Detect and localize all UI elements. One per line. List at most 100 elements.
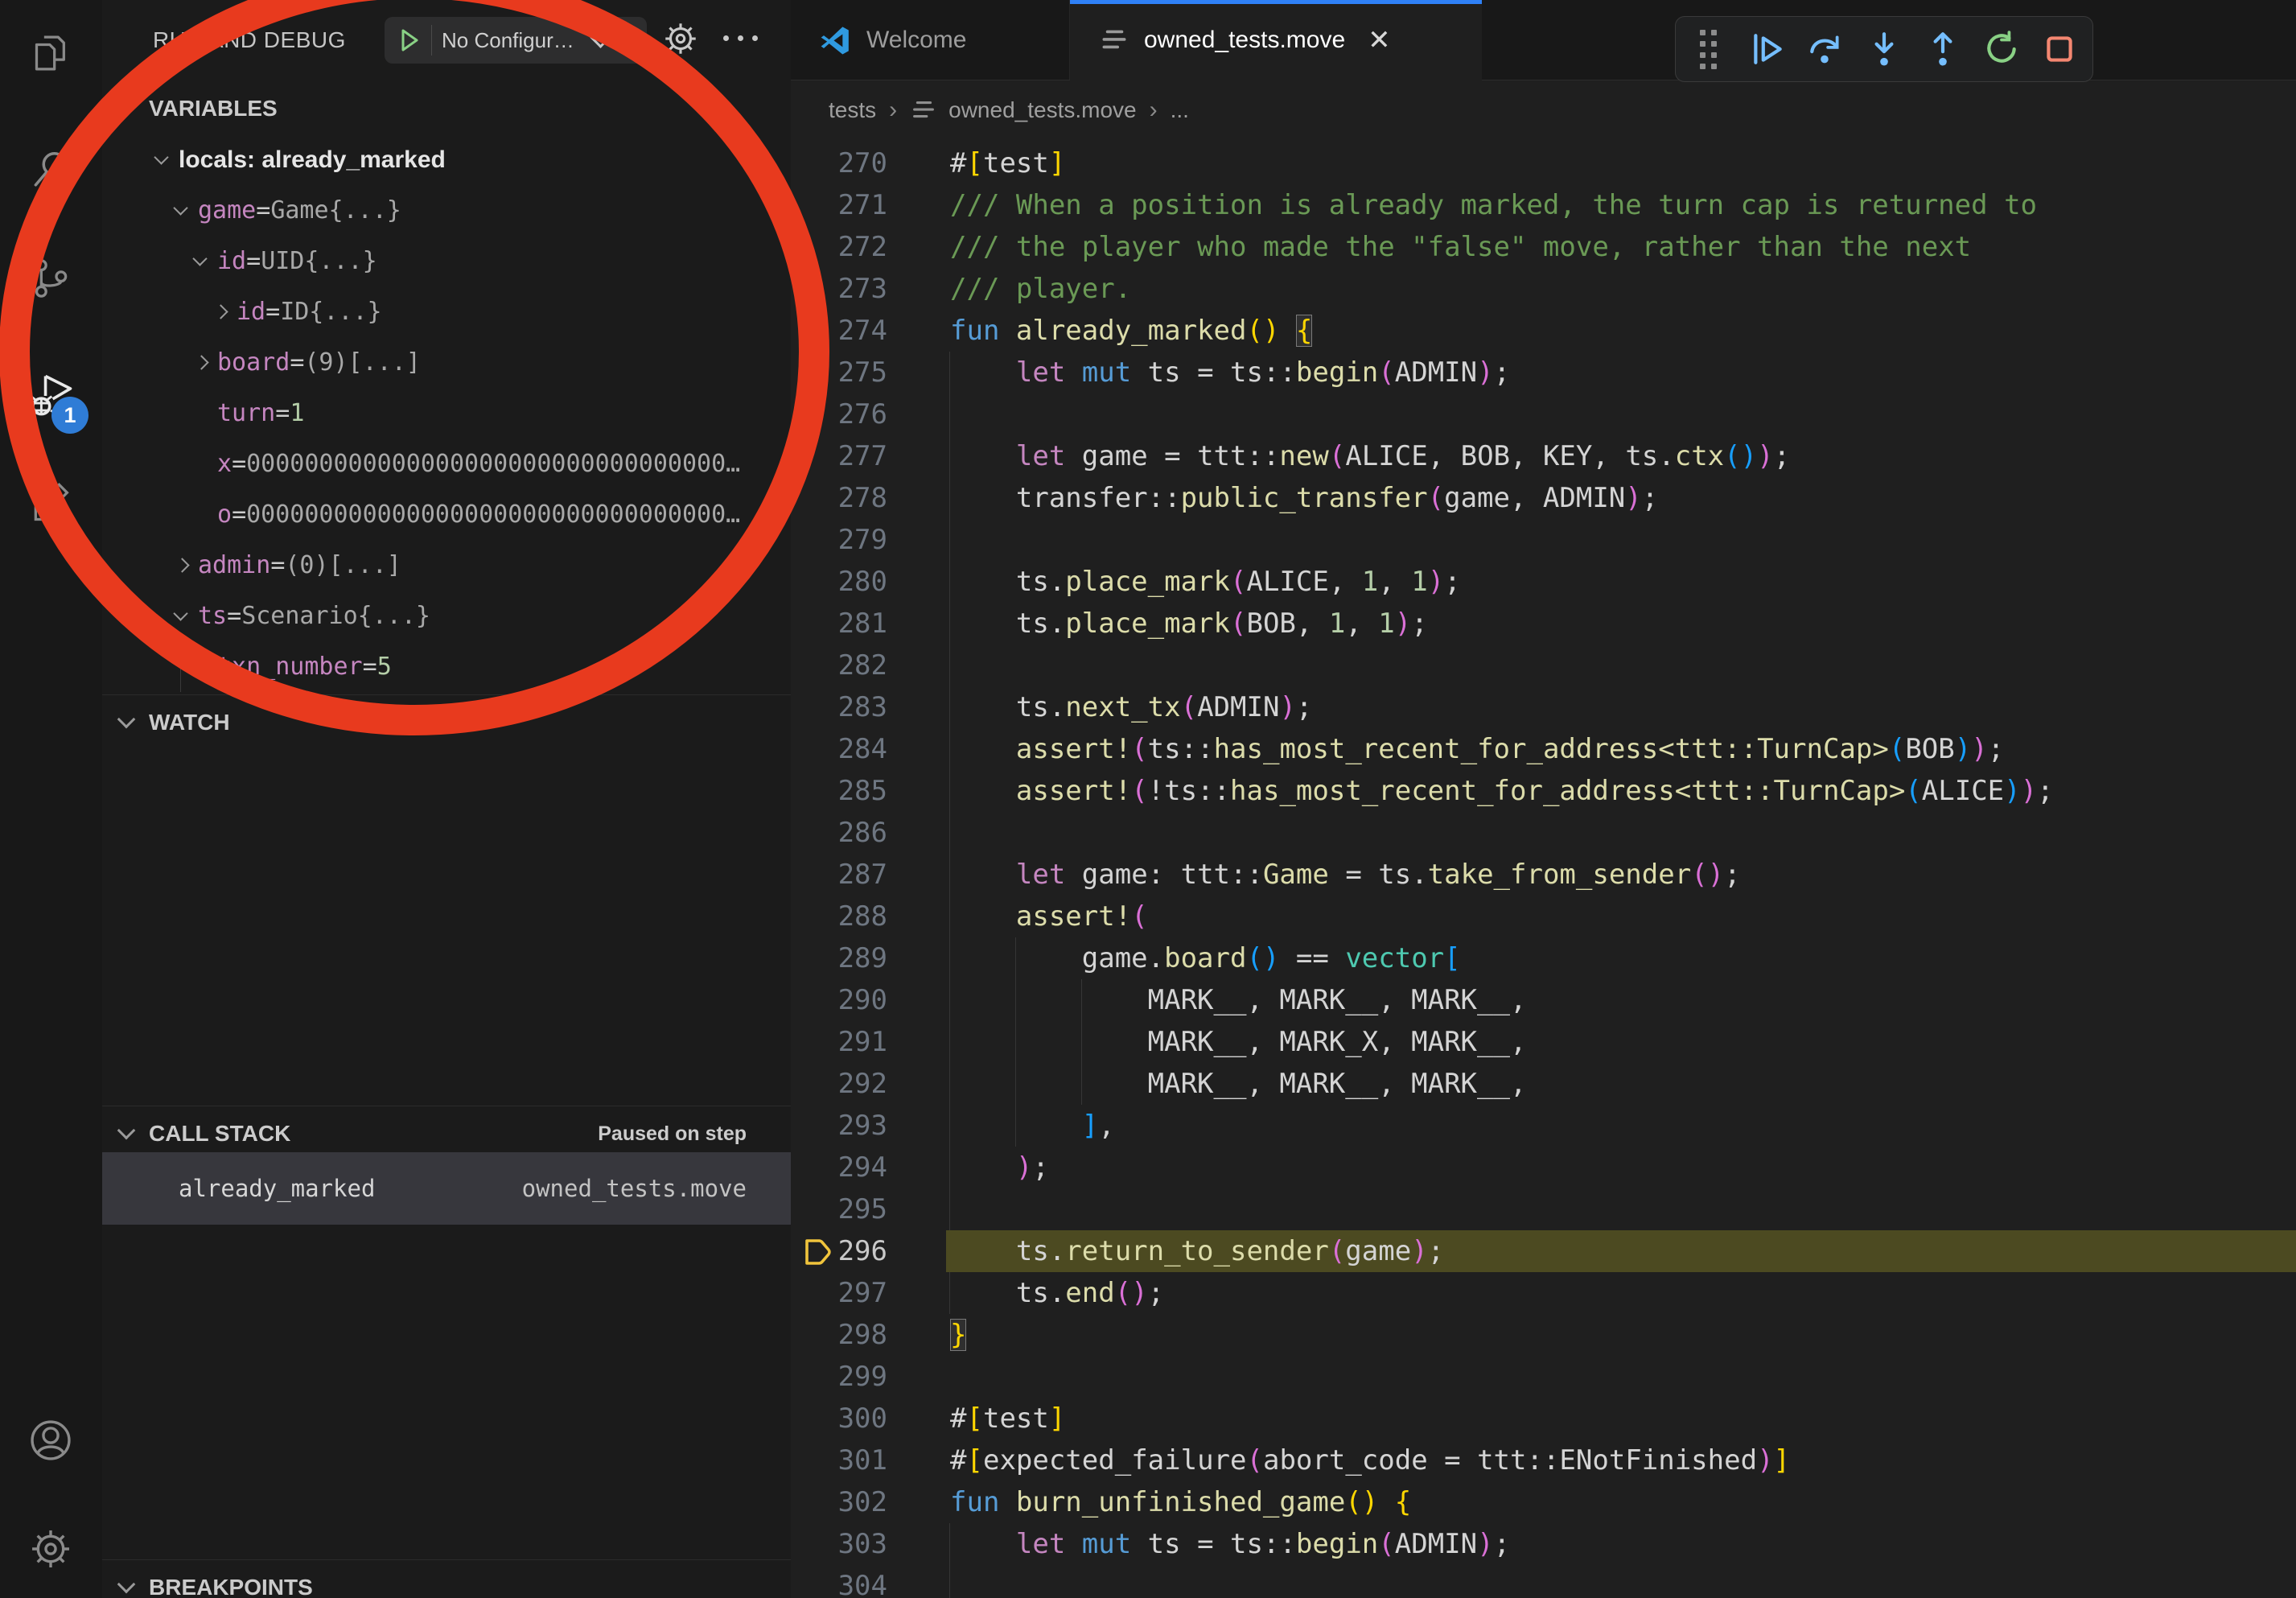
activity-run-debug-button[interactable]: 1: [0, 352, 101, 440]
restart-button[interactable]: [1976, 23, 2027, 75]
stop-button[interactable]: [2034, 23, 2085, 75]
twisty-open-icon[interactable]: [152, 134, 179, 185]
code-line[interactable]: 272/// the player who made the "false" m…: [791, 226, 2296, 268]
watch-section-header[interactable]: WATCH: [102, 700, 791, 745]
variable-row[interactable]: ts = Scenario{...}: [102, 591, 791, 641]
code-line[interactable]: 297 ts.end();: [791, 1272, 2296, 1314]
move-file-icon: [1099, 25, 1129, 56]
code-line[interactable]: 288 assert!(: [791, 896, 2296, 937]
section-divider: [102, 1559, 791, 1560]
launch-config-dropdown[interactable]: No Configur…: [385, 17, 647, 64]
variable-name: admin: [198, 551, 270, 579]
activity-explorer-button[interactable]: [0, 9, 101, 97]
debug-settings-gear-button[interactable]: [660, 19, 701, 59]
call-stack-section-header[interactable]: CALL STACK Paused on step: [102, 1111, 791, 1156]
code-line[interactable]: 277 let game = ttt::new(ALICE, BOB, KEY,…: [791, 435, 2296, 477]
step-over-button[interactable]: [1800, 23, 1851, 75]
code-line[interactable]: 295: [791, 1188, 2296, 1230]
code-line[interactable]: 298}: [791, 1314, 2296, 1356]
step-out-button[interactable]: [1917, 23, 1969, 75]
code-line[interactable]: 296 ts.return_to_sender(game);: [791, 1230, 2296, 1272]
account-button[interactable]: [0, 1396, 101, 1485]
variable-row[interactable]: o = 000000000000000000000000000000000…: [102, 489, 791, 540]
variable-row[interactable]: id = ID{...}: [102, 286, 791, 337]
activity-extensions-button[interactable]: [0, 461, 101, 550]
settings-button[interactable]: [0, 1505, 101, 1593]
start-debug-icon[interactable]: [394, 26, 423, 55]
code-line[interactable]: 276: [791, 393, 2296, 435]
call-stack-frame[interactable]: already_marked owned_tests.move: [102, 1152, 791, 1225]
code-line[interactable]: 294 );: [791, 1147, 2296, 1188]
tab-label: Welcome: [866, 27, 966, 54]
code-line[interactable]: 286: [791, 812, 2296, 854]
code-line[interactable]: 279: [791, 519, 2296, 561]
breakpoints-section-header[interactable]: BREAKPOINTS: [102, 1565, 791, 1598]
twisty-open-icon[interactable]: [191, 236, 217, 286]
activity-source-control-button[interactable]: [0, 234, 101, 323]
tab-owned-tests-move[interactable]: owned_tests.move ✕: [1070, 0, 1482, 80]
line-content: game.board() == vector[: [887, 937, 1461, 979]
code-line[interactable]: 271/// When a position is already marked…: [791, 184, 2296, 226]
code-line[interactable]: 274fun already_marked() {: [791, 310, 2296, 352]
step-into-button[interactable]: [1858, 23, 1910, 75]
code-line[interactable]: 300#[test]: [791, 1398, 2296, 1439]
line-content: [887, 1188, 950, 1230]
line-content: assert!(!ts::has_most_recent_for_address…: [887, 770, 2054, 812]
twisty-closed-icon[interactable]: [171, 540, 198, 591]
close-icon[interactable]: ✕: [1368, 27, 1391, 54]
code-line[interactable]: 275 let mut ts = ts::begin(ADMIN);: [791, 352, 2296, 393]
code-line[interactable]: 303 let mut ts = ts::begin(ADMIN);: [791, 1523, 2296, 1565]
breadcrumb-item-symbol[interactable]: ...: [1171, 97, 1189, 123]
twisty-closed-icon[interactable]: [191, 337, 217, 388]
variable-row[interactable]: locals: already_marked: [102, 134, 791, 185]
line-content: #[expected_failure(abort_code = ttt::ENo…: [887, 1439, 1790, 1481]
code-line[interactable]: 281 ts.place_mark(BOB, 1, 1);: [791, 603, 2296, 645]
code-line[interactable]: 289 game.board() == vector[: [791, 937, 2296, 979]
code-line[interactable]: 293 ],: [791, 1105, 2296, 1147]
variable-value: UID{...}: [261, 247, 377, 275]
step-out-icon: [1924, 31, 1961, 68]
activity-search-button[interactable]: [0, 125, 101, 213]
views-more-actions-button[interactable]: [723, 35, 758, 41]
equals-sign: =: [275, 399, 290, 427]
variables-section-header[interactable]: VARIABLES: [102, 86, 791, 131]
code-line[interactable]: 290 MARK__, MARK__, MARK__,: [791, 979, 2296, 1021]
code-line[interactable]: 299: [791, 1356, 2296, 1398]
code-line[interactable]: 270#[test]: [791, 142, 2296, 184]
variable-value: ID{...}: [280, 298, 381, 326]
code-line[interactable]: 302fun burn_unfinished_game() {: [791, 1481, 2296, 1523]
twisty-closed-icon[interactable]: [210, 286, 237, 337]
code-line[interactable]: 285 assert!(!ts::has_most_recent_for_add…: [791, 770, 2296, 812]
variable-row[interactable]: txn_number = 5: [102, 641, 791, 692]
variable-row[interactable]: board = (9)[...]: [102, 337, 791, 388]
twisty-open-icon[interactable]: [171, 591, 198, 641]
code-line[interactable]: 280 ts.place_mark(ALICE, 1, 1);: [791, 561, 2296, 603]
variable-row[interactable]: game = Game{...}: [102, 185, 791, 236]
code-line[interactable]: 283 ts.next_tx(ADMIN);: [791, 686, 2296, 728]
code-line[interactable]: 291 MARK__, MARK_X, MARK__,: [791, 1021, 2296, 1063]
breadcrumb-item-tests[interactable]: tests: [829, 97, 876, 123]
twisty-open-icon[interactable]: [171, 185, 198, 236]
variable-row[interactable]: x = 000000000000000000000000000000000…: [102, 439, 791, 489]
tab-welcome[interactable]: Welcome: [791, 0, 1070, 80]
twisty-spacer: [191, 439, 217, 489]
continue-button[interactable]: [1742, 23, 1793, 75]
code-line[interactable]: 304: [791, 1565, 2296, 1598]
code-line[interactable]: 282: [791, 645, 2296, 686]
code-line[interactable]: 292 MARK__, MARK__, MARK__,: [791, 1063, 2296, 1105]
line-number: 283: [791, 686, 887, 728]
variable-row[interactable]: turn = 1: [102, 388, 791, 439]
variable-row[interactable]: admin = (0)[...]: [102, 540, 791, 591]
code-line[interactable]: 284 assert!(ts::has_most_recent_for_addr…: [791, 728, 2296, 770]
code-line[interactable]: 278 transfer::public_transfer(game, ADMI…: [791, 477, 2296, 519]
toolbar-drag-handle[interactable]: [1683, 23, 1734, 75]
line-number: 295: [791, 1188, 887, 1230]
code-editor[interactable]: 270#[test]271/// When a position is alre…: [791, 139, 2296, 1598]
breadcrumb-item-file[interactable]: owned_tests.move: [948, 97, 1136, 123]
variable-row[interactable]: id = UID{...}: [102, 236, 791, 286]
equals-sign: =: [265, 298, 280, 326]
code-line[interactable]: 273/// player.: [791, 268, 2296, 310]
vscode-window: 1 RUN AND DEBUG: [0, 0, 2296, 1598]
code-line[interactable]: 301#[expected_failure(abort_code = ttt::…: [791, 1439, 2296, 1481]
code-line[interactable]: 287 let game: ttt::Game = ts.take_from_s…: [791, 854, 2296, 896]
